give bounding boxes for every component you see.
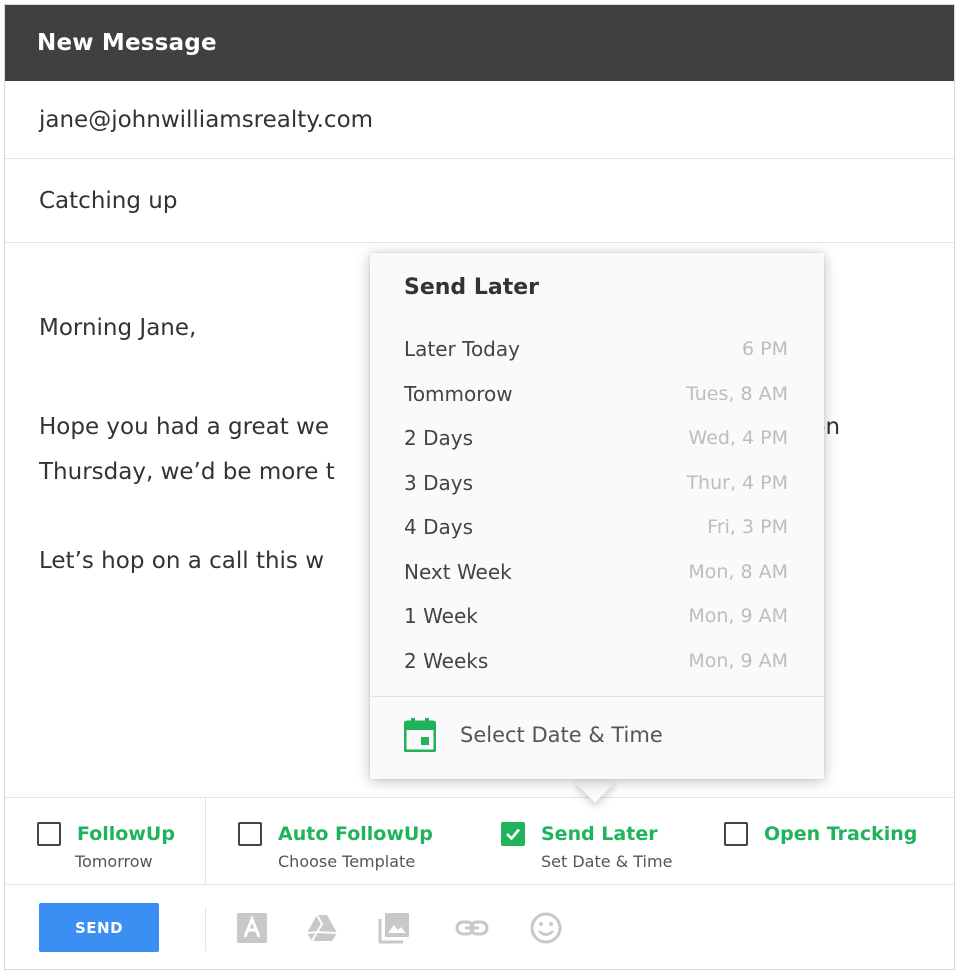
calendar-icon (404, 718, 436, 752)
toolbar-divider (205, 907, 206, 951)
menu-item-tomorrow[interactable]: Tommorow Tues, 8 AM (404, 372, 788, 417)
compose-window: New Message jane@johnwilliamsrealty.com … (4, 4, 955, 970)
menu-item-next-week[interactable]: Next Week Mon, 8 AM (404, 550, 788, 595)
menu-item-4-days[interactable]: 4 Days Fri, 3 PM (404, 505, 788, 550)
menu-item-time: Mon, 8 AM (688, 560, 788, 583)
drive-icon[interactable] (305, 911, 339, 945)
send-later-options: Later Today 6 PM Tommorow Tues, 8 AM 2 D… (404, 327, 788, 683)
tracking-options-bar: FollowUp Tomorrow Auto FollowUp Choose T… (5, 797, 954, 885)
compose-toolbar: SEND (5, 885, 954, 969)
menu-item-label: 2 Weeks (404, 648, 489, 673)
menu-item-2-weeks[interactable]: 2 Weeks Mon, 9 AM (404, 639, 788, 684)
select-date-time-option[interactable]: Select Date & Time (404, 711, 663, 759)
body-line: Hope you had a great we (39, 414, 330, 440)
menu-item-time: Wed, 4 PM (688, 427, 788, 450)
menu-divider (370, 696, 824, 697)
menu-item-2-days[interactable]: 2 Days Wed, 4 PM (404, 416, 788, 461)
menu-item-time: Fri, 3 PM (707, 516, 788, 539)
body-line: Thursday, we’d be more t (39, 459, 335, 485)
menu-item-later-today[interactable]: Later Today 6 PM (404, 327, 788, 372)
send-later-checkbox[interactable] (501, 822, 525, 846)
menu-item-label: Tommorow (404, 381, 513, 406)
menu-item-time: Mon, 9 AM (688, 605, 788, 628)
auto-followup-checkbox[interactable] (238, 822, 262, 846)
text-format-icon[interactable] (235, 911, 269, 945)
followup-option[interactable]: FollowUp Tomorrow (37, 822, 175, 871)
menu-item-label: 3 Days (404, 470, 473, 495)
followup-sublabel: Tomorrow (75, 852, 153, 871)
select-date-time-label: Select Date & Time (460, 723, 663, 747)
open-tracking-option[interactable]: Open Tracking (724, 822, 917, 846)
menu-item-label: 4 Days (404, 515, 473, 540)
send-later-sublabel: Set Date & Time (541, 852, 673, 871)
menu-item-label: Next Week (404, 559, 512, 584)
send-later-option[interactable]: Send Later Set Date & Time (501, 822, 672, 871)
send-button[interactable]: SEND (39, 903, 159, 952)
open-tracking-checkbox[interactable] (724, 822, 748, 846)
menu-item-label: Later Today (404, 337, 520, 362)
body-line: Let’s hop on a call this w (39, 548, 325, 574)
auto-followup-label: Auto FollowUp (278, 823, 433, 845)
auto-followup-option[interactable]: Auto FollowUp Choose Template (238, 822, 433, 871)
send-later-menu: Send Later Later Today 6 PM Tommorow Tue… (370, 253, 824, 779)
body-greeting: Morning Jane, (39, 315, 197, 341)
menu-item-label: 1 Week (404, 604, 478, 629)
subject-field[interactable]: Catching up (5, 159, 954, 243)
emoji-icon[interactable] (529, 911, 563, 945)
auto-followup-sublabel: Choose Template (278, 852, 416, 871)
to-field[interactable]: jane@johnwilliamsrealty.com (5, 81, 954, 159)
window-title: New Message (5, 5, 954, 81)
send-later-menu-title: Send Later (404, 275, 539, 300)
link-icon[interactable] (455, 911, 489, 945)
send-later-label: Send Later (541, 823, 658, 845)
menu-item-time: Thur, 4 PM (686, 471, 788, 494)
menu-item-time: 6 PM (742, 338, 788, 361)
checkmark-icon (506, 828, 520, 841)
menu-item-label: 2 Days (404, 426, 473, 451)
menu-item-time: Mon, 9 AM (688, 649, 788, 672)
open-tracking-label: Open Tracking (764, 823, 918, 845)
image-icon[interactable] (377, 911, 411, 945)
menu-item-time: Tues, 8 AM (686, 382, 788, 405)
menu-item-1-week[interactable]: 1 Week Mon, 9 AM (404, 594, 788, 639)
options-divider (205, 798, 206, 884)
followup-checkbox[interactable] (37, 822, 61, 846)
menu-item-3-days[interactable]: 3 Days Thur, 4 PM (404, 461, 788, 506)
followup-label: FollowUp (77, 823, 175, 845)
